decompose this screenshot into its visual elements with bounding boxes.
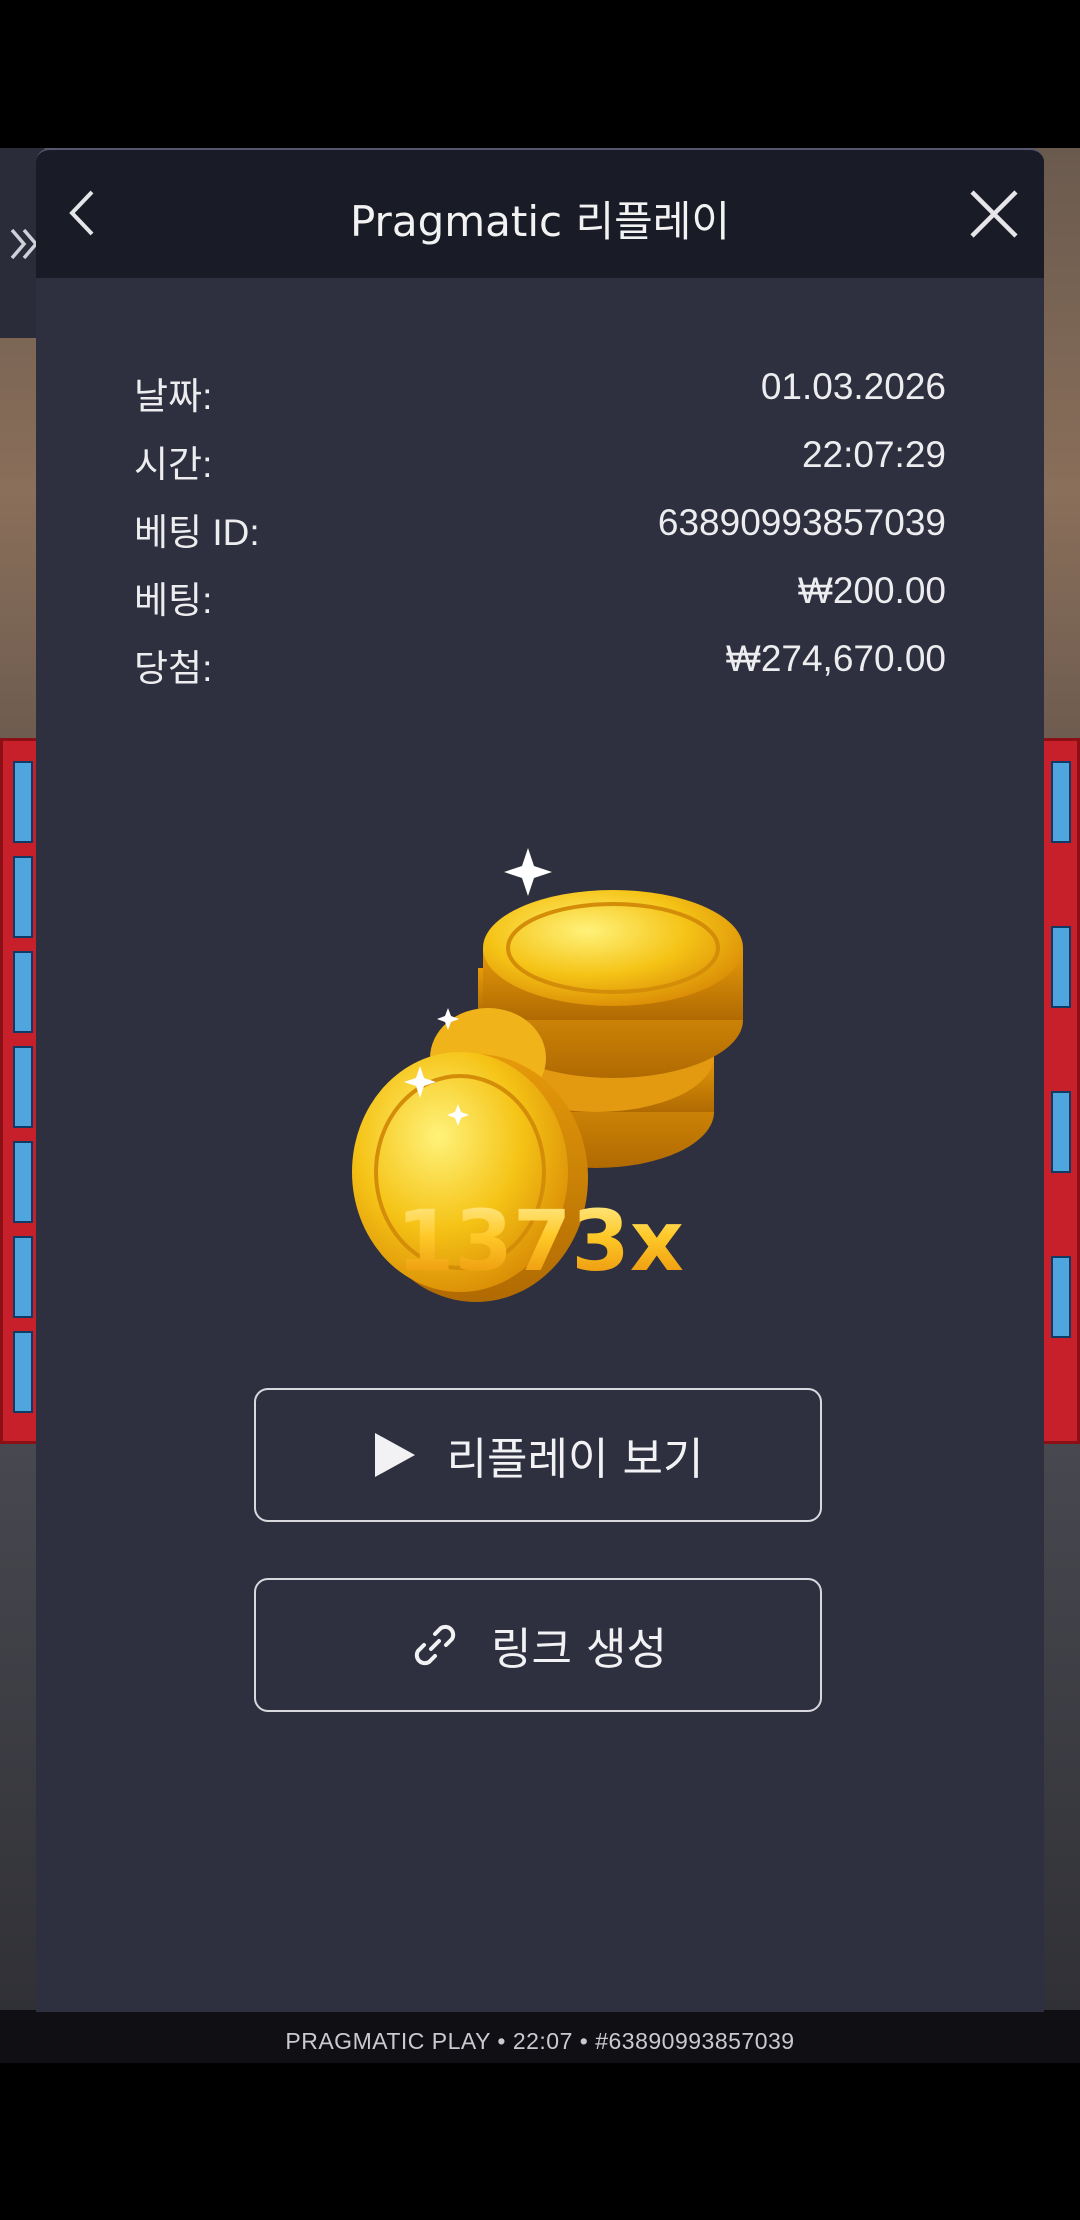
win-label: 당첨: (134, 648, 213, 689)
time-label: 시간: (134, 444, 213, 485)
view-replay-button[interactable]: 리플레이 보기 (254, 1388, 822, 1522)
time-value: 22:07:29 (801, 434, 946, 475)
modal-header: Pragmatic 리플레이 (36, 150, 1044, 278)
bus-right-decoration (1038, 738, 1080, 1444)
create-link-button[interactable]: 링크 생성 (254, 1578, 822, 1712)
info-row-bet: 베팅: ₩200.00 (134, 570, 946, 630)
win-value: ₩274,670.00 (725, 638, 946, 679)
bet-id-label: 베팅 ID: (134, 512, 260, 553)
footer-game-info: PRAGMATIC PLAY • 22:07 • #63890993857039 (285, 2028, 795, 2054)
info-row-time: 시간: 22:07:29 (134, 434, 946, 494)
close-icon[interactable] (966, 186, 1022, 242)
play-icon (374, 1433, 415, 1477)
create-link-label: 링크 생성 (491, 1624, 667, 1675)
info-row-win: 당첨: ₩274,670.00 (134, 638, 946, 698)
modal-title: Pragmatic 리플레이 (349, 197, 731, 246)
info-row-bet-id: 베팅 ID: 63890993857039 (134, 502, 946, 562)
bet-value: ₩200.00 (797, 570, 946, 611)
date-label: 날짜: (134, 376, 213, 417)
link-icon (414, 1624, 456, 1666)
bet-label: 베팅: (134, 580, 213, 621)
info-row-date: 날짜: 01.03.2026 (134, 366, 946, 426)
win-multiplier: 1373x (36, 1192, 1044, 1290)
view-replay-label: 리플레이 보기 (446, 1434, 704, 1485)
bet-id-value: 63890993857039 (657, 502, 946, 543)
replay-modal: Pragmatic 리플레이 날짜: 01.03.2026 시간: 22:07:… (36, 148, 1044, 2012)
date-value: 01.03.2026 (760, 366, 946, 407)
